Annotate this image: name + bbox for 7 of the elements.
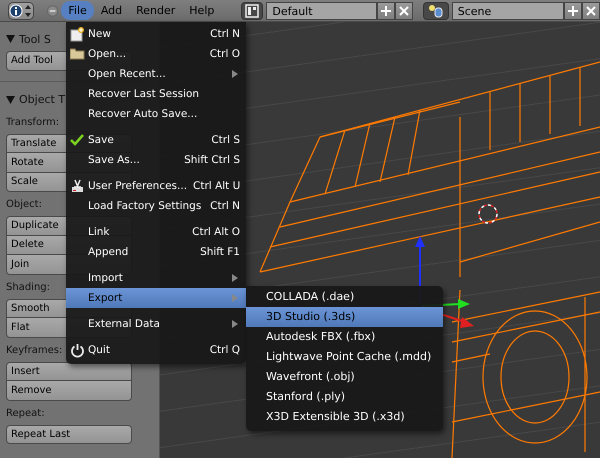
group-label: Shading: [6, 280, 50, 294]
group-label: Repeat: [6, 406, 45, 420]
group-label: Keyframes: [6, 344, 62, 358]
panel-title: Tool S [19, 32, 51, 46]
group-label: Object: [6, 198, 42, 212]
panel-title: Object T [19, 93, 66, 106]
group-label: Transform: [6, 116, 60, 130]
